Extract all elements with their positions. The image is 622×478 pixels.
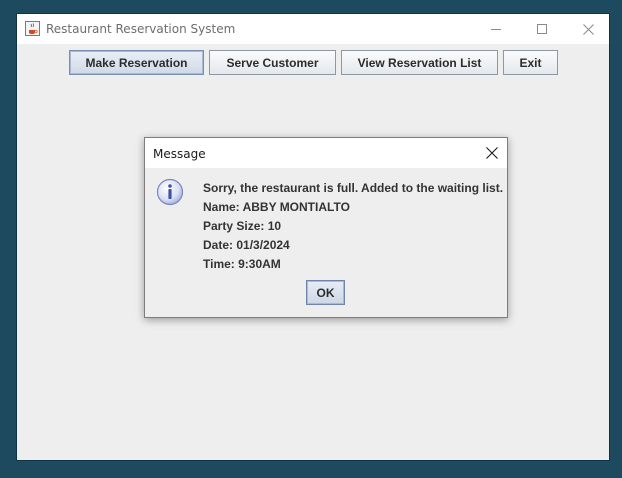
minimize-button[interactable] xyxy=(473,14,519,44)
maximize-icon xyxy=(537,24,547,34)
dialog-title: Message xyxy=(153,147,206,161)
window-close-button[interactable] xyxy=(565,14,611,44)
minimize-icon xyxy=(491,29,501,30)
maximize-button[interactable] xyxy=(519,14,565,44)
dialog-message-line: Sorry, the restaurant is full. Added to … xyxy=(203,181,504,195)
serve-customer-button[interactable]: Serve Customer xyxy=(209,50,336,75)
make-reservation-button[interactable]: Make Reservation xyxy=(69,50,204,75)
close-icon xyxy=(485,147,498,159)
info-icon xyxy=(156,178,184,206)
dialog-close-button[interactable] xyxy=(475,138,508,168)
java-cup-icon xyxy=(25,21,40,36)
dialog-titlebar[interactable]: Message xyxy=(145,138,507,168)
message-dialog: Message Sorry, the restaurant is full. A… xyxy=(144,137,508,318)
window-title: Restaurant Reservation System xyxy=(46,22,236,36)
dialog-party-size-line: Party Size: 10 xyxy=(203,219,282,233)
window-titlebar[interactable]: Restaurant Reservation System xyxy=(17,14,609,44)
dialog-name-line: Name: ABBY MONTIALTO xyxy=(203,200,350,214)
close-icon xyxy=(582,23,594,35)
dialog-time-line: Time: 9:30AM xyxy=(203,257,281,271)
ok-button[interactable]: OK xyxy=(306,280,345,305)
exit-button[interactable]: Exit xyxy=(503,50,558,75)
dialog-date-line: Date: 01/3/2024 xyxy=(203,238,290,252)
view-reservation-list-button[interactable]: View Reservation List xyxy=(341,50,498,75)
